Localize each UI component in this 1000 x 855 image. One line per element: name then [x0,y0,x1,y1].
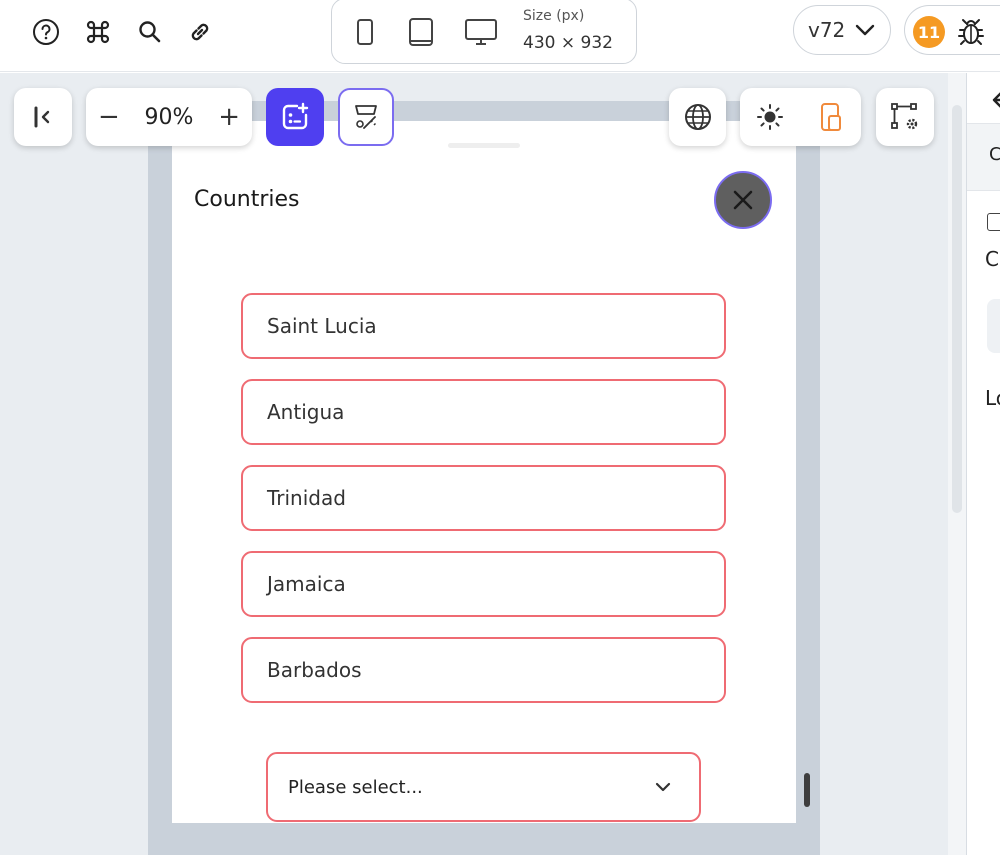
country-field-jamaica[interactable]: Jamaica [241,551,726,617]
canvas-vertical-scrollbar[interactable] [948,73,966,855]
size-label: Size (px) [523,8,585,24]
country-field-saint-lucia[interactable]: Saint Lucia [241,293,726,359]
link-icon[interactable] [184,16,216,48]
panel-collapse-icon [34,106,50,128]
tablet-icon[interactable] [404,15,438,49]
globe-icon [684,104,711,130]
sheet-title: Countries [194,187,300,212]
chevron-down-icon [856,24,875,36]
zoom-control: − 90% + [86,88,252,146]
language-button[interactable] [669,88,726,146]
zoom-out-button[interactable]: − [98,102,120,132]
scrollbar-thumb[interactable] [952,105,962,513]
sun-icon[interactable] [755,102,785,132]
flow-settings-button[interactable] [876,88,934,146]
country-field-barbados[interactable]: Barbados [241,637,726,703]
back-arrow-icon[interactable] [989,89,1000,111]
chevron-down-icon [655,782,671,792]
bug-icon [958,19,984,45]
search-icon[interactable] [134,16,166,48]
properties-panel: C C Lo [966,73,1000,855]
bug-count-badge: 11 [913,16,945,48]
top-bar: Size (px) 430 × 932 v72 11 [0,0,1000,72]
country-field-trinidad[interactable]: Trinidad [241,465,726,531]
add-component-button[interactable] [266,88,324,146]
select-placeholder: Please select... [288,776,423,798]
panel-checkbox[interactable] [987,213,1000,231]
responsive-device-icon[interactable] [816,101,846,133]
flow-settings-icon [891,103,918,130]
zoom-level: 90% [144,104,194,130]
canvas-scrollbar[interactable] [804,773,810,807]
panel-text-1: C [985,247,999,271]
theme-device-toggle [740,88,861,146]
phone-screen: Countries Saint Lucia Antigua Trinidad J… [172,121,796,823]
panel-tab-label: C [989,144,1000,165]
version-dropdown[interactable]: v72 [793,5,891,55]
version-label: v72 [808,18,846,42]
panel-text-2: Lo [985,386,1000,410]
country-field-antigua[interactable]: Antigua [241,379,726,445]
add-component-icon [282,102,309,130]
bug-report-button[interactable]: 11 [904,5,1000,55]
design-canvas: Countries Saint Lucia Antigua Trinidad J… [0,73,948,855]
close-button[interactable] [714,171,772,229]
close-icon [733,190,753,210]
panel-input[interactable] [987,299,1000,353]
zoom-in-button[interactable]: + [218,102,240,132]
help-circle-icon[interactable] [30,16,62,48]
device-size-selector: Size (px) 430 × 932 [331,0,637,64]
country-select[interactable]: Please select... [266,752,701,822]
magic-wand-icon [355,105,377,129]
sheet-drag-handle[interactable] [448,143,520,148]
collapse-panel-button[interactable] [14,88,72,146]
command-icon[interactable] [82,16,114,48]
desktop-icon[interactable] [464,15,498,49]
size-value: 430 × 932 [523,33,613,53]
ai-design-button[interactable] [338,88,394,146]
phone-icon[interactable] [348,15,382,49]
panel-tab[interactable]: C [967,123,1000,191]
